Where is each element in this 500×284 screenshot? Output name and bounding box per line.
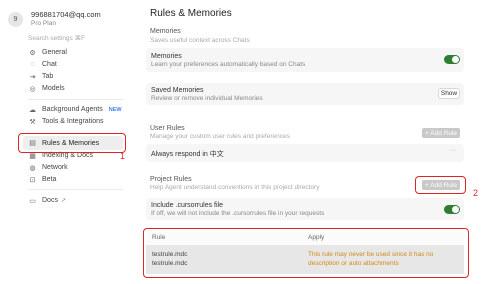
annotation-box-table <box>143 228 469 278</box>
memories-toggle-title: Memories <box>151 53 182 60</box>
show-memories-button[interactable]: Show <box>438 88 460 99</box>
add-user-rule-button[interactable]: + Add Rule <box>422 128 460 138</box>
user-profile[interactable]: 9 996881704@qq.com Pro Plan <box>8 10 101 28</box>
sidebar-item-label: Network <box>42 164 68 171</box>
avatar: 9 <box>8 12 23 27</box>
memories-section-title: Memories <box>150 28 181 35</box>
models-icon: ◎ <box>29 85 36 93</box>
sidebar-item-beta[interactable]: ⊡ Beta <box>28 174 57 185</box>
new-badge: NEW <box>108 106 122 113</box>
sidebar-item-network[interactable]: ◍ Network <box>28 162 68 173</box>
saved-memories-title: Saved Memories <box>151 87 204 94</box>
page-title: Rules & Memories <box>150 8 232 19</box>
user-plan: Pro Plan <box>31 20 56 27</box>
sidebar-item-background-agents[interactable]: ☁ Background Agents NEW <box>28 104 122 115</box>
project-rules-section-title: Project Rules <box>150 176 192 183</box>
include-cursorrules-description: If off, we will not include the .cursorr… <box>151 210 325 217</box>
user-rules-section-description: Manage your custom user rules and prefer… <box>150 133 290 140</box>
globe-icon: ◍ <box>29 164 36 172</box>
annotation-number-2: 2 <box>473 188 479 198</box>
sidebar-item-chat[interactable]: ◌ Chat <box>28 59 57 70</box>
gear-icon: ⚙ <box>29 49 36 57</box>
memories-toggle-description: Learn your preferences automatically bas… <box>151 61 306 68</box>
chat-icon: ◌ <box>30 61 35 68</box>
saved-memories-description: Review or remove individual Memories <box>151 95 263 102</box>
memories-section-description: Saves useful context across Chats <box>150 37 250 44</box>
rule-menu-icon[interactable]: ··· <box>449 147 456 154</box>
include-cursorrules-title: Include .cursorrules file <box>151 202 223 209</box>
annotation-number-1: 1 <box>120 151 126 161</box>
sidebar-item-tab[interactable]: ⇥ Tab <box>28 71 54 82</box>
sidebar-item-models[interactable]: ◎ Models <box>28 83 65 94</box>
tab-icon: ⇥ <box>29 73 36 81</box>
divider <box>28 189 123 190</box>
sidebar-item-label: Beta <box>42 176 57 183</box>
memories-toggle-card: Memories Learn your preferences automati… <box>146 48 464 72</box>
user-email: 996881704@qq.com <box>31 10 101 19</box>
sidebar-item-docs[interactable]: ▭ Docs ↗ <box>28 195 66 206</box>
divider <box>28 99 123 100</box>
sidebar-item-label: Background Agents <box>42 106 103 113</box>
tools-icon: ⚒ <box>29 118 36 126</box>
sidebar: 9 996881704@qq.com Pro Plan Search setti… <box>0 0 130 284</box>
include-cursorrules-card: Include .cursorrules file If off, we wil… <box>146 198 464 220</box>
sidebar-item-label: Tab <box>42 73 54 80</box>
annotation-box-1 <box>18 133 126 153</box>
sidebar-item-general[interactable]: ⚙ General <box>28 47 67 58</box>
user-rule-card[interactable]: Always respond in 中文 ··· <box>146 144 464 162</box>
user-info: 996881704@qq.com Pro Plan <box>31 10 101 28</box>
sidebar-item-label: Tools & Integrations <box>42 118 104 125</box>
search-input[interactable]: Search settings ⌘F <box>28 34 85 42</box>
saved-memories-card: Saved Memories Review or remove individu… <box>146 83 464 105</box>
external-link-icon: ↗ <box>60 198 66 204</box>
user-rule-text: Always respond in 中文 <box>151 151 224 158</box>
project-rules-section-description: Help Agent understand conventions in thi… <box>150 184 320 191</box>
user-rules-section-title: User Rules <box>150 125 185 132</box>
annotation-box-2 <box>415 176 466 194</box>
memories-toggle[interactable] <box>444 55 460 64</box>
sidebar-item-label: General <box>42 49 67 56</box>
docs-icon: ▭ <box>29 197 36 205</box>
sidebar-item-label: Models <box>42 85 65 92</box>
sidebar-item-label: Docs <box>42 197 58 204</box>
sidebar-item-tools[interactable]: ⚒ Tools & Integrations <box>28 116 103 127</box>
sidebar-item-label: Indexing & Docs <box>42 152 93 159</box>
include-cursorrules-toggle[interactable] <box>444 205 460 214</box>
sidebar-item-label: Chat <box>42 61 57 68</box>
cloud-icon: ☁ <box>29 106 36 114</box>
beta-icon: ⊡ <box>29 176 36 184</box>
